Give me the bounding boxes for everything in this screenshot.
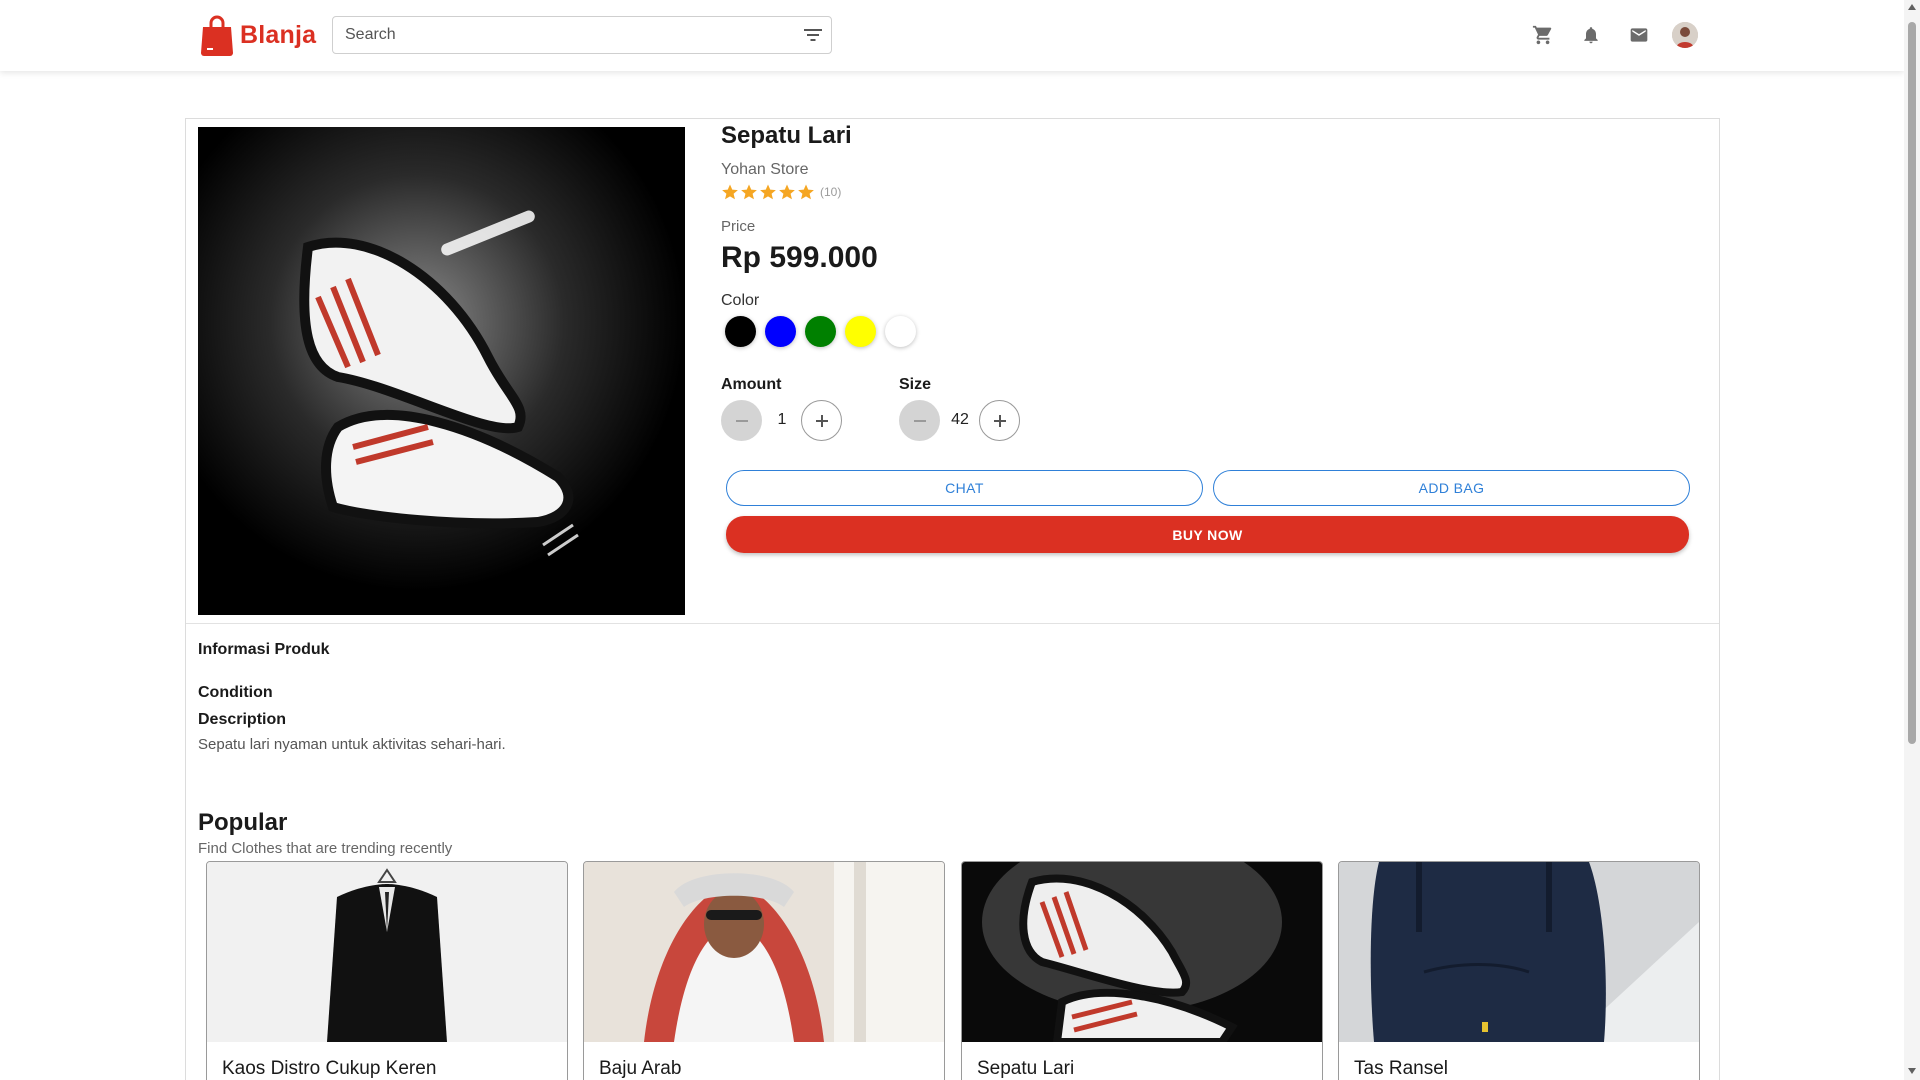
size-value: 42	[951, 411, 969, 428]
color-swatch-yellow[interactable]	[845, 316, 876, 347]
star-icon	[779, 184, 795, 200]
divider	[186, 623, 1719, 624]
rating: (10)	[721, 183, 841, 201]
filter-button[interactable]	[797, 19, 829, 51]
suit-image-icon	[207, 862, 567, 1042]
product-card-image	[962, 862, 1322, 1042]
notification-button[interactable]	[1576, 20, 1606, 50]
color-swatch-blue[interactable]	[765, 316, 796, 347]
backpack-image-icon	[1339, 862, 1699, 1042]
amount-value: 1	[777, 411, 787, 428]
description-text: Sepatu lari nyaman untuk aktivitas sehar…	[198, 736, 506, 753]
color-swatch-green[interactable]	[805, 316, 836, 347]
size-decrease-button[interactable]	[899, 400, 940, 441]
popular-title: Popular	[198, 809, 288, 836]
product-card-name: Kaos Distro Cukup Keren	[222, 1058, 437, 1079]
product-card-name: Tas Ransel	[1354, 1058, 1448, 1079]
cart-icon	[1532, 25, 1552, 45]
search-box	[332, 16, 832, 54]
plus-icon	[993, 414, 1006, 427]
color-swatch-black[interactable]	[725, 316, 756, 347]
cart-button[interactable]	[1528, 20, 1558, 50]
size-increase-button[interactable]	[979, 400, 1020, 441]
shopping-bag-icon	[201, 15, 233, 56]
filter-icon	[804, 29, 822, 41]
popular-subtitle: Find Clothes that are trending recently	[198, 840, 453, 857]
arab-clothing-image-icon	[584, 862, 944, 1042]
star-icon	[722, 184, 738, 200]
minus-icon	[913, 419, 926, 422]
star-icon	[798, 184, 814, 200]
product-card[interactable]: Baju Arab	[583, 861, 945, 1080]
product-card[interactable]: Kaos Distro Cukup Keren	[206, 861, 568, 1080]
color-label: Color	[721, 292, 760, 309]
search-input[interactable]	[333, 17, 793, 53]
store-name[interactable]: Yohan Store	[721, 161, 808, 179]
product-card-image	[1339, 862, 1699, 1042]
mail-button[interactable]	[1624, 20, 1654, 50]
top-navbar: Blanja	[0, 0, 1904, 71]
description-label: Description	[198, 711, 287, 728]
bell-icon	[1584, 27, 1598, 44]
scroll-thumb[interactable]	[1908, 22, 1916, 744]
mail-icon	[1630, 28, 1648, 42]
star-icon	[760, 184, 776, 200]
user-avatar-icon	[1672, 22, 1698, 48]
avatar[interactable]	[1672, 22, 1698, 48]
brand-name: Blanja	[240, 20, 317, 49]
add-bag-button[interactable]: ADD BAG	[1213, 470, 1690, 506]
product-image	[198, 127, 685, 615]
scroll-up-arrow-icon[interactable]	[1908, 4, 1916, 10]
star-icon	[741, 184, 757, 200]
rating-count: (10)	[820, 185, 842, 199]
scroll-down-arrow-icon[interactable]	[1908, 1068, 1916, 1074]
product-card-image	[207, 862, 567, 1042]
amount-increase-button[interactable]	[801, 400, 842, 441]
color-swatches	[725, 316, 916, 347]
product-card-name: Sepatu Lari	[977, 1058, 1075, 1079]
price-value: Rp 599.000	[721, 241, 878, 274]
brand-logo[interactable]: Blanja	[200, 12, 316, 58]
vertical-scrollbar[interactable]	[1904, 0, 1920, 1080]
size-label: Size	[899, 376, 932, 393]
product-card-image	[584, 862, 944, 1042]
chat-button[interactable]: CHAT	[726, 470, 1203, 506]
product-title: Sepatu Lari	[721, 122, 852, 149]
amount-label: Amount	[721, 376, 782, 393]
minus-icon	[735, 419, 748, 422]
product-card[interactable]: Sepatu Lari	[961, 861, 1323, 1080]
shoe-image-icon	[198, 127, 685, 615]
buy-now-button[interactable]: BUY NOW	[726, 516, 1689, 553]
plus-icon	[815, 414, 828, 427]
amount-decrease-button[interactable]	[721, 400, 762, 441]
product-card-name: Baju Arab	[599, 1058, 682, 1079]
price-label: Price	[721, 218, 756, 235]
product-card[interactable]: Tas Ransel	[1338, 861, 1700, 1080]
product-info-title: Informasi Produk	[198, 641, 330, 658]
color-swatch-white[interactable]	[885, 316, 916, 347]
condition-label: Condition	[198, 684, 273, 701]
shoe-image-icon	[962, 862, 1322, 1042]
